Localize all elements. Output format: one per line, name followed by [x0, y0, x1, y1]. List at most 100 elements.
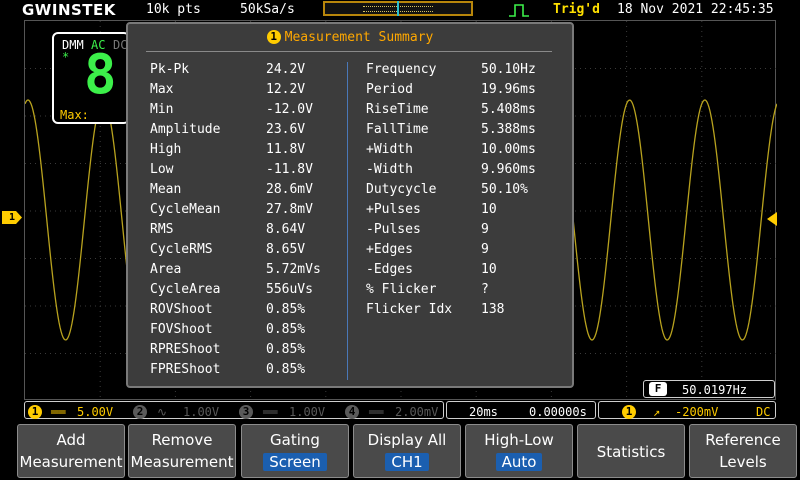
- measurement-row: Max 12.2V: [150, 82, 350, 102]
- measurement-row: RMS 8.64V: [150, 222, 350, 242]
- measurement-name: RMS: [150, 222, 174, 237]
- measurement-name: FallTime: [366, 122, 429, 137]
- timebase-box[interactable]: 20ms 0.00000s: [446, 401, 596, 419]
- high-low-button[interactable]: High-Low Auto: [465, 424, 573, 478]
- measurement-name: +Width: [366, 142, 413, 157]
- measurement-value: 9: [481, 222, 489, 237]
- measurement-name: -Edges: [366, 262, 413, 277]
- measurement-row: FallTime 5.388ms: [366, 122, 566, 142]
- ch4-coupling: ══: [369, 405, 384, 419]
- status-bar: GWINSTEK 10k pts 50kSa/s Trig'd 18 Nov 2…: [0, 0, 800, 20]
- softkey-label: Gating: [270, 431, 320, 449]
- measurement-value: 10: [481, 202, 497, 217]
- measurement-name: Period: [366, 82, 413, 97]
- ch3-coupling: ══: [263, 405, 278, 419]
- measurement-row: FPREShoot 0.85%: [150, 362, 350, 382]
- dmm-value: 8.: [84, 43, 128, 106]
- ch1-scale: 5.00V: [77, 405, 114, 419]
- softkey-label: Reference: [705, 431, 781, 449]
- measurement-row: Flicker Idx 138: [366, 302, 566, 322]
- measurement-name: Pk-Pk: [150, 62, 190, 77]
- ch4-scale: 2.00mV: [395, 405, 439, 419]
- title-separator: [146, 51, 552, 52]
- add-measurement-button[interactable]: Add Measurement: [17, 424, 125, 478]
- dmm-widget[interactable]: DMM AC DC * 8. Max:: [52, 32, 130, 124]
- measurement-row: Frequency 50.10Hz: [366, 62, 566, 82]
- trigger-slope-icon: ↗: [653, 405, 661, 419]
- measurement-name: FPREShoot: [150, 362, 221, 377]
- measurement-value: 24.2V: [266, 62, 306, 77]
- frequency-value: 50.0197Hz: [682, 383, 748, 397]
- measurement-value: 11.8V: [266, 142, 306, 157]
- softkey-label: High-Low: [484, 431, 554, 449]
- measurement-name: RiseTime: [366, 102, 429, 117]
- measurement-name: Low: [150, 162, 174, 177]
- measurement-value: 5.388ms: [481, 122, 536, 137]
- softkey-label: Remove: [151, 431, 213, 449]
- measurement-value: 28.6mV: [266, 182, 313, 197]
- ch2-badge[interactable]: 2: [133, 405, 147, 419]
- gating-button[interactable]: Gating Screen: [241, 424, 349, 478]
- measurement-name: % Flicker: [366, 282, 437, 297]
- measurement-value: 10: [481, 262, 497, 277]
- ch1-ground-marker[interactable]: 1: [2, 211, 22, 224]
- measurement-row: Low -11.8V: [150, 162, 350, 182]
- measurement-name: ROVShoot: [150, 302, 213, 317]
- ch1-badge[interactable]: 1: [28, 405, 42, 419]
- measurement-name: Amplitude: [150, 122, 221, 137]
- measurement-row: +Edges 9: [366, 242, 566, 262]
- measurement-row: ROVShoot 0.85%: [150, 302, 350, 322]
- timebase-scale: 20ms: [469, 405, 498, 419]
- measurement-name: High: [150, 142, 182, 157]
- measurement-name: FOVShoot: [150, 322, 213, 337]
- measurement-value: 5.72mVs: [266, 262, 321, 277]
- trigger-box[interactable]: 1 ↗ -200mV DC: [598, 401, 776, 419]
- trigger-coupling: DC: [756, 405, 771, 419]
- channel-scales-box[interactable]: 1 ══ 5.00V 2 ∿ 1.00V 3 ══ 1.00V 4 ══ 2.0…: [24, 401, 444, 419]
- measurement-row: Dutycycle 50.10%: [366, 182, 566, 202]
- softkey-label: Levels: [719, 453, 767, 471]
- display-all-value: CH1: [385, 453, 429, 471]
- measurement-row: Area 5.72mVs: [150, 262, 350, 282]
- measurement-row: % Flicker?: [366, 282, 566, 302]
- ch1-coupling: ══: [51, 405, 66, 419]
- channel-info-bar: 1 ══ 5.00V 2 ∿ 1.00V 3 ══ 1.00V 4 ══ 2.0…: [0, 401, 800, 421]
- ch4-badge[interactable]: 4: [345, 405, 359, 419]
- brand-logo: GWINSTEK: [22, 1, 116, 19]
- summary-title-row: 1 Measurement Summary: [128, 30, 572, 45]
- measurement-name: CycleArea: [150, 282, 221, 297]
- measurement-row: +Width 10.00ms: [366, 142, 566, 162]
- statistics-button[interactable]: Statistics: [577, 424, 685, 478]
- sample-rate: 50kSa/s: [240, 2, 295, 17]
- measurement-name: RPREShoot: [150, 342, 221, 357]
- measurement-value: 23.6V: [266, 122, 306, 137]
- trigger-source-badge: 1: [622, 405, 636, 419]
- measurement-name: Mean: [150, 182, 182, 197]
- measurement-row: Period 19.96ms: [366, 82, 566, 102]
- measurement-name: Max: [150, 82, 174, 97]
- softkey-label: Add: [56, 431, 86, 449]
- softkey-label: Measurement: [19, 453, 123, 471]
- remove-measurement-button[interactable]: Remove Measurement: [128, 424, 236, 478]
- measurement-value: 5.408ms: [481, 102, 536, 117]
- measurement-value: 50.10Hz: [481, 62, 536, 77]
- ch2-scale: 1.00V: [183, 405, 220, 419]
- measurement-row: -Pulses 9: [366, 222, 566, 242]
- measurement-name: Dutycycle: [366, 182, 437, 197]
- measurement-value: 12.2V: [266, 82, 306, 97]
- ch3-badge[interactable]: 3: [239, 405, 253, 419]
- measurement-row: CycleMean 27.8mV: [150, 202, 350, 222]
- measurement-name: +Pulses: [366, 202, 421, 217]
- measurement-value: 8.64V: [266, 222, 306, 237]
- display-all-button[interactable]: Display All CH1: [353, 424, 461, 478]
- reference-levels-button[interactable]: Reference Levels: [689, 424, 797, 478]
- measurement-summary-dialog[interactable]: 1 Measurement Summary Pk-Pk 24.2V Max 12.2V M…: [126, 22, 574, 388]
- record-position-bar: [323, 1, 473, 16]
- measurement-row: Pk-Pk 24.2V: [150, 62, 350, 82]
- measurement-row: Amplitude 23.6V: [150, 122, 350, 142]
- measurement-value: 27.8mV: [266, 202, 313, 217]
- measurement-name: -Width: [366, 162, 413, 177]
- trigger-level: -200mV: [675, 405, 719, 419]
- measurement-value: 19.96ms: [481, 82, 536, 97]
- softkey-label: Statistics: [596, 443, 666, 461]
